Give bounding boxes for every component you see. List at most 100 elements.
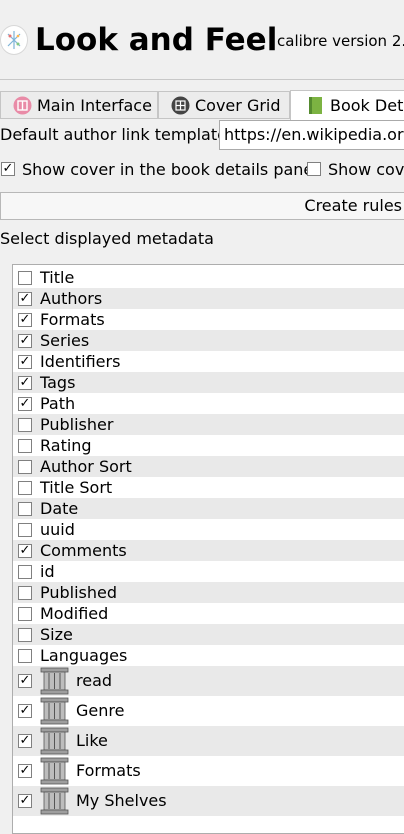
list-item-checkbox[interactable] — [18, 481, 32, 495]
list-item-checkbox[interactable]: ✓ — [18, 313, 32, 327]
list-item[interactable]: ✓ Authors — [13, 288, 404, 309]
list-item-label: uuid — [40, 520, 75, 539]
list-item-label: Published — [40, 583, 118, 602]
list-item-checkbox[interactable]: ✓ — [18, 794, 32, 808]
list-item-checkbox[interactable] — [18, 271, 32, 285]
list-item[interactable]: ✓ Tags — [13, 372, 404, 393]
list-item-label: Tags — [40, 373, 76, 392]
list-item-label: Modified — [40, 604, 109, 623]
list-item-checkbox[interactable] — [18, 502, 32, 516]
list-item[interactable]: Title Sort — [13, 477, 404, 498]
list-item[interactable]: ✓ Series — [13, 330, 404, 351]
list-item-checkbox[interactable] — [18, 418, 32, 432]
calibre-logo-icon — [0, 25, 28, 55]
list-item-checkbox[interactable] — [18, 439, 32, 453]
list-item-label: Comments — [40, 541, 127, 560]
list-item-checkbox[interactable]: ✓ — [18, 544, 32, 558]
author-link-label: Default author link template: — [0, 125, 233, 144]
list-item-label: Title Sort — [40, 478, 113, 497]
list-item-label: Formats — [76, 761, 141, 780]
list-item-label: read — [76, 671, 113, 690]
list-item[interactable]: Size — [13, 624, 404, 645]
list-item[interactable]: Modified — [13, 603, 404, 624]
list-item[interactable]: Languages — [13, 645, 404, 666]
list-item[interactable]: ✓ read — [13, 666, 404, 696]
list-item-checkbox[interactable]: ✓ — [18, 764, 32, 778]
column-icon — [40, 727, 69, 755]
list-item[interactable]: Date — [13, 498, 404, 519]
tab-cover-grid-label: Cover Grid — [195, 96, 281, 115]
list-item-checkbox[interactable] — [18, 628, 32, 642]
list-item-label: Path — [40, 394, 76, 413]
list-item[interactable]: ✓ Formats — [13, 309, 404, 330]
list-item-label: Like — [76, 731, 108, 750]
list-item-label: Size — [40, 625, 73, 644]
column-icon — [40, 787, 69, 815]
list-item-label: Title — [40, 268, 75, 287]
list-item-checkbox[interactable] — [18, 586, 32, 600]
list-item-label: Authors — [40, 289, 103, 308]
list-item-label: Formats — [40, 310, 105, 329]
list-item-label: My Shelves — [76, 791, 167, 810]
version-label: calibre version 2. — [277, 32, 404, 50]
list-item-checkbox[interactable]: ✓ — [18, 292, 32, 306]
list-item-checkbox[interactable]: ✓ — [18, 376, 32, 390]
list-item[interactable]: uuid — [13, 519, 404, 540]
list-item-checkbox[interactable] — [18, 649, 32, 663]
book-details-icon — [309, 97, 322, 114]
list-item[interactable]: Published — [13, 582, 404, 603]
list-item[interactable]: ✓ Comments — [13, 540, 404, 561]
list-item-label: Author Sort — [40, 457, 132, 476]
list-item-label: id — [40, 562, 55, 581]
list-item-checkbox[interactable] — [18, 523, 32, 537]
show-cover-2-label: Show cove — [328, 160, 404, 179]
tab-main-interface-label: Main Interface — [37, 96, 152, 115]
tab-bar: Main Interface Cover Grid Book Deta — [0, 90, 404, 120]
author-link-input[interactable]: https://en.wikipedia.org/ — [219, 120, 404, 150]
list-item[interactable]: ✓ Like — [13, 726, 404, 756]
create-rules-button[interactable]: Create rules — [0, 192, 404, 220]
list-item-label: Genre — [76, 701, 125, 720]
list-item[interactable]: Rating — [13, 435, 404, 456]
preferences-header: Look and Feel calibre version 2. — [0, 0, 404, 80]
list-item[interactable]: ✓ Path — [13, 393, 404, 414]
list-item[interactable]: id — [13, 561, 404, 582]
column-icon — [40, 667, 69, 695]
column-icon — [40, 757, 69, 785]
list-item-checkbox[interactable]: ✓ — [18, 734, 32, 748]
list-item-checkbox[interactable] — [18, 607, 32, 621]
tab-book-details[interactable]: Book Deta — [290, 90, 404, 120]
list-item-label: Publisher — [40, 415, 114, 434]
list-item[interactable]: Author Sort — [13, 456, 404, 477]
list-item-label: Languages — [40, 646, 128, 665]
list-item[interactable]: Title — [13, 267, 404, 288]
show-cover-label: Show cover in the book details panel — [22, 160, 318, 179]
metadata-group-title: Select displayed metadata — [0, 229, 214, 248]
list-item-checkbox[interactable]: ✓ — [18, 704, 32, 718]
list-item-checkbox[interactable]: ✓ — [18, 355, 32, 369]
list-item-checkbox[interactable]: ✓ — [18, 397, 32, 411]
list-item-label: Identifiers — [40, 352, 121, 371]
column-icon — [40, 697, 69, 725]
list-item[interactable]: ✓ Genre — [13, 696, 404, 726]
show-cover-2-checkbox[interactable] — [307, 162, 321, 176]
list-item[interactable]: Publisher — [13, 414, 404, 435]
cover-grid-icon — [171, 96, 190, 115]
tab-book-details-label: Book Deta — [330, 96, 404, 115]
list-item-checkbox[interactable]: ✓ — [18, 674, 32, 688]
list-item[interactable]: ✓ My Shelves — [13, 786, 404, 816]
main-interface-icon — [13, 96, 32, 115]
show-cover-checkbox[interactable]: ✓ — [1, 162, 15, 176]
page-title: Look and Feel — [35, 22, 278, 58]
list-item-checkbox[interactable] — [18, 460, 32, 474]
list-item-checkbox[interactable]: ✓ — [18, 334, 32, 348]
metadata-list: Title ✓ Authors ✓ Formats ✓ Series ✓ Identifiers… — [12, 264, 404, 834]
tab-main-interface[interactable]: Main Interface — [0, 91, 158, 119]
header-divider — [0, 79, 404, 80]
list-item-label: Rating — [40, 436, 92, 455]
list-item-label: Series — [40, 331, 90, 350]
tab-cover-grid[interactable]: Cover Grid — [158, 91, 290, 119]
list-item[interactable]: ✓ Identifiers — [13, 351, 404, 372]
list-item[interactable]: ✓ Formats — [13, 756, 404, 786]
list-item-checkbox[interactable] — [18, 565, 32, 579]
